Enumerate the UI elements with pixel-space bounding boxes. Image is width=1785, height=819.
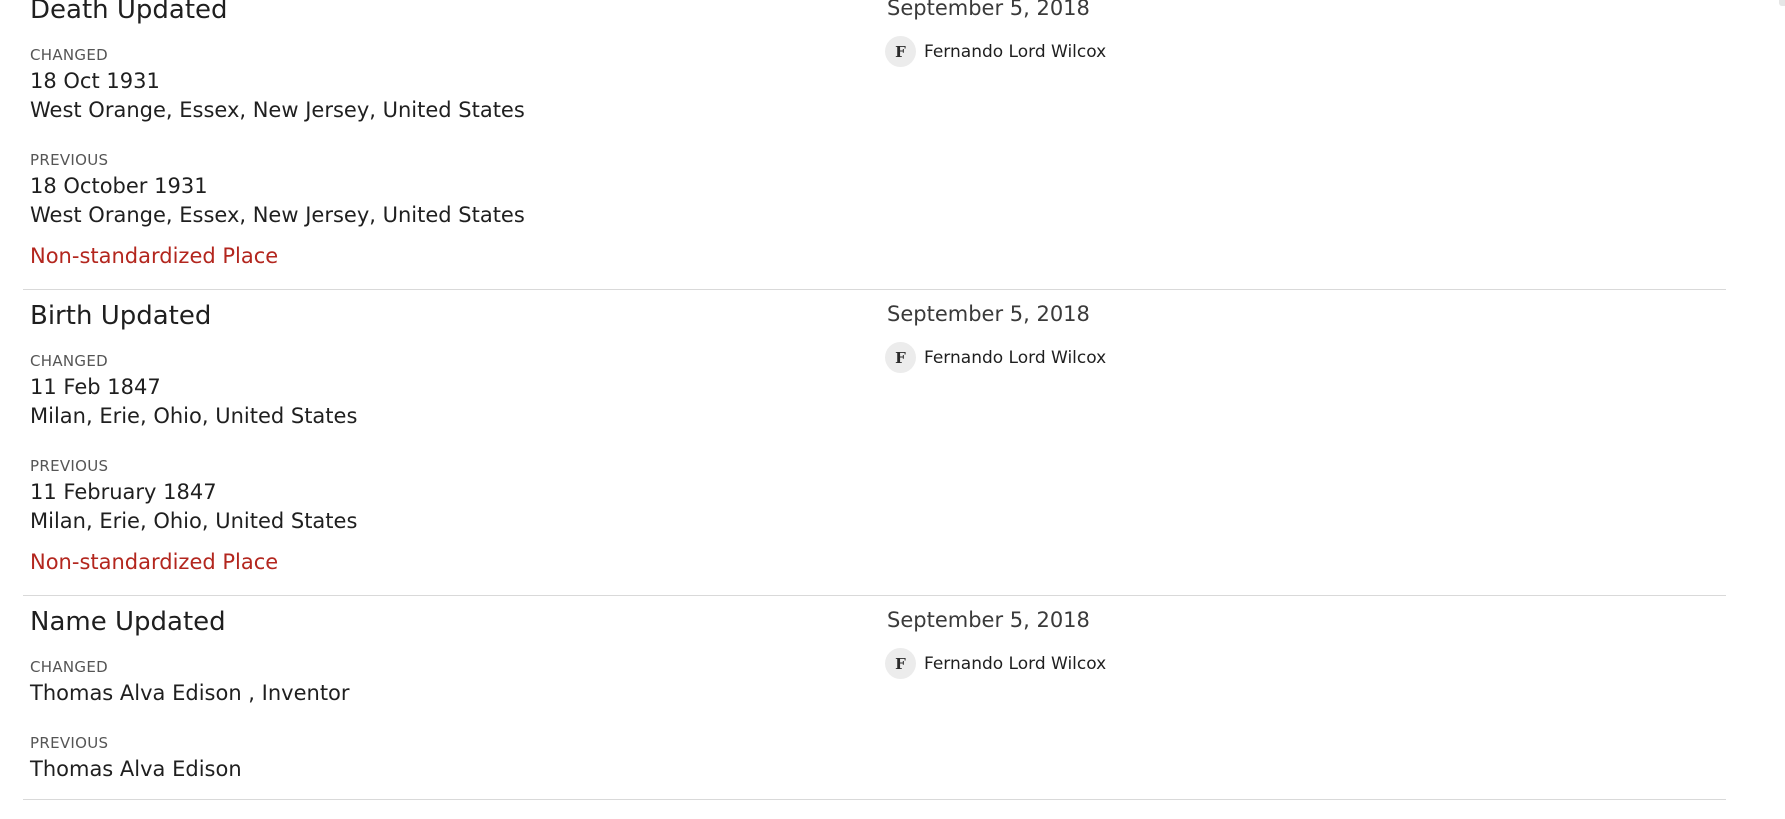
- changed-name: Thomas Alva Edison , Inventor: [30, 681, 350, 705]
- change-log-list: Death Updated CHANGED 18 Oct 1931 West O…: [0, 0, 1785, 819]
- changed-place: West Orange, Essex, New Jersey, United S…: [30, 98, 525, 122]
- contributor-name[interactable]: Fernando Lord Wilcox: [924, 347, 1106, 369]
- contributor-name[interactable]: Fernando Lord Wilcox: [924, 41, 1106, 63]
- previous-date: 11 February 1847: [30, 480, 217, 504]
- previous-place: West Orange, Essex, New Jersey, United S…: [30, 203, 525, 227]
- changed-label: CHANGED: [30, 46, 108, 64]
- changed-place: Milan, Erie, Ohio, United States: [30, 404, 358, 428]
- previous-name: Thomas Alva Edison: [30, 757, 242, 781]
- change-title: Name Updated: [30, 607, 226, 637]
- change-entry-death: Death Updated CHANGED 18 Oct 1931 West O…: [23, 0, 1726, 290]
- contributor-link[interactable]: F Fernando Lord Wilcox: [885, 36, 1106, 67]
- changed-label: CHANGED: [30, 658, 108, 676]
- change-entry-birth: Birth Updated CHANGED 11 Feb 1847 Milan,…: [23, 300, 1726, 596]
- non-standardized-place-warning: Non-standardized Place: [30, 244, 279, 268]
- previous-date: 18 October 1931: [30, 174, 208, 198]
- avatar: F: [885, 648, 916, 679]
- contributor-link[interactable]: F Fernando Lord Wilcox: [885, 648, 1106, 679]
- change-entry-name: Name Updated CHANGED Thomas Alva Edison …: [23, 606, 1726, 800]
- change-date: September 5, 2018: [887, 302, 1090, 326]
- change-title: Death Updated: [30, 0, 228, 25]
- contributor-name[interactable]: Fernando Lord Wilcox: [924, 653, 1106, 675]
- contributor-link[interactable]: F Fernando Lord Wilcox: [885, 342, 1106, 373]
- previous-label: PREVIOUS: [30, 151, 109, 169]
- change-title: Birth Updated: [30, 301, 212, 331]
- scrollbar-edge[interactable]: [1779, 0, 1785, 6]
- non-standardized-place-warning: Non-standardized Place: [30, 550, 279, 574]
- previous-label: PREVIOUS: [30, 734, 109, 752]
- changed-label: CHANGED: [30, 352, 108, 370]
- changed-date: 11 Feb 1847: [30, 375, 161, 399]
- previous-place: Milan, Erie, Ohio, United States: [30, 509, 358, 533]
- previous-label: PREVIOUS: [30, 457, 109, 475]
- avatar: F: [885, 342, 916, 373]
- change-date: September 5, 2018: [887, 608, 1090, 632]
- avatar: F: [885, 36, 916, 67]
- changed-date: 18 Oct 1931: [30, 69, 160, 93]
- change-date: September 5, 2018: [887, 0, 1090, 20]
